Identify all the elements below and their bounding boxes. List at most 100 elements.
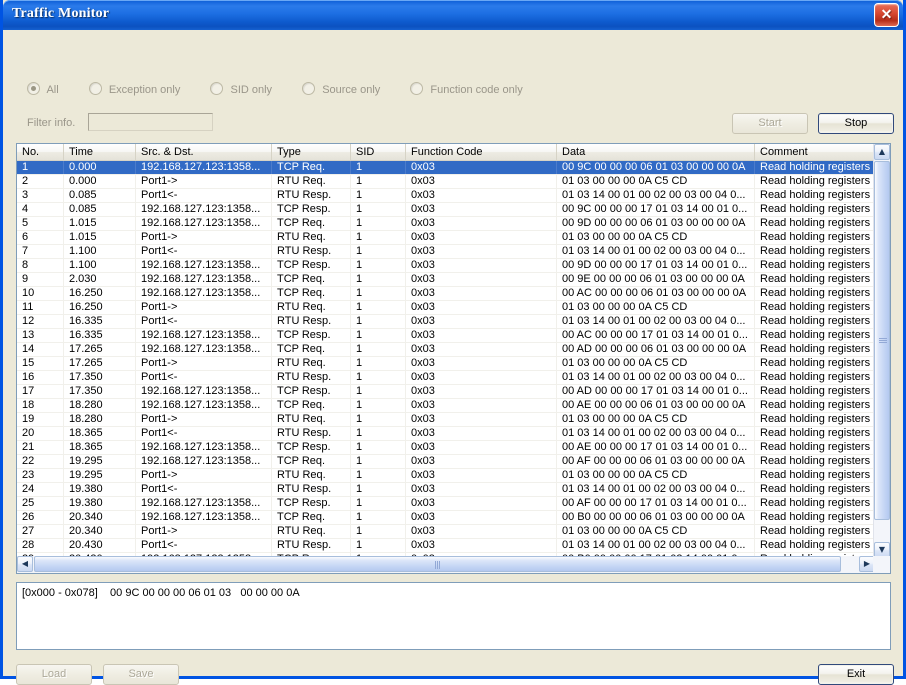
table-cell: 18.280 <box>64 399 136 412</box>
table-cell: 0x03 <box>406 441 557 454</box>
stop-button[interactable]: Stop <box>818 113 894 134</box>
table-cell: Read holding registers <box>760 217 871 229</box>
table-row[interactable]: 24 19.380 Port1<- RTU Resp. 1 0x03 01 03 14 00… <box>17 483 890 497</box>
table-cell: 0x03 <box>406 469 557 482</box>
column-header-no[interactable]: No. <box>17 144 64 160</box>
table-row[interactable]: 21 18.365 192.168.127.123:1358... TCP Resp.… <box>17 441 890 455</box>
table-row[interactable]: 15 17.265 Port1-> RTU Req. 1 0x03 01 03 00 00 … <box>17 357 890 371</box>
table-cell: RTU Req. <box>272 231 351 244</box>
table-cell: 00 AE 00 00 00 17 01 03 14 00 01 0... <box>557 441 755 454</box>
table-row[interactable]: 27 20.340 Port1-> RTU Req. 1 0x03 01 03 00 00 … <box>17 525 890 539</box>
close-button[interactable]: ✕ <box>874 3 899 27</box>
table-cell: 0.000 <box>64 175 136 188</box>
table-cell: 16.335 <box>64 329 136 342</box>
table-cell: 1 <box>351 301 406 314</box>
table-cell: Port1<- <box>136 189 272 202</box>
table-cell: 16.250 <box>64 287 136 300</box>
horizontal-scrollbar[interactable]: ◀ ▶ <box>17 556 875 573</box>
column-header-function-code[interactable]: Function Code <box>406 144 557 160</box>
start-button[interactable]: Start <box>732 113 808 134</box>
table-cell: 0x03 <box>406 315 557 328</box>
chevron-up-icon: ▲ <box>878 147 886 156</box>
table-row[interactable]: 14 17.265 192.168.127.123:1358... TCP Req. 1… <box>17 343 890 357</box>
table-cell: TCP Req. <box>272 455 351 468</box>
table-row[interactable]: 4 0.085 192.168.127.123:1358... TCP Resp. 1 0… <box>17 203 890 217</box>
table-cell: 17.265 <box>64 343 136 356</box>
radio-sid-only-label: SID only <box>230 84 273 96</box>
radio-all[interactable]: All <box>27 82 59 96</box>
table-cell: 01 03 00 00 00 0A C5 CD <box>557 301 755 314</box>
table-cell: Read holding registers <box>760 497 871 509</box>
table-cell: 22 <box>17 455 64 468</box>
filter-info-input[interactable] <box>88 113 213 131</box>
vertical-scroll-thumb[interactable] <box>874 161 890 520</box>
table-cell: Read holding registers <box>760 259 871 271</box>
column-header-time[interactable]: Time <box>64 144 136 160</box>
table-cell: 192.168.127.123:1358... <box>136 161 272 174</box>
table-cell: 192.168.127.123:1358... <box>136 217 272 230</box>
table-row[interactable]: 5 1.015 192.168.127.123:1358... TCP Req. 1 0x… <box>17 217 890 231</box>
filter-info-label: Filter info. <box>27 117 76 129</box>
table-row[interactable]: 2 0.000 Port1-> RTU Req. 1 0x03 01 03 00 00 00… <box>17 175 890 189</box>
column-header-src-dst[interactable]: Src. & Dst. <box>136 144 272 160</box>
table-row[interactable]: 1 0.000 192.168.127.123:1358... TCP Req. 1 0x… <box>17 161 890 175</box>
table-row[interactable]: 28 20.430 Port1<- RTU Resp. 1 0x03 01 03 14 00… <box>17 539 890 553</box>
table-row[interactable]: 8 1.100 192.168.127.123:1358... TCP Resp. 1 0… <box>17 259 890 273</box>
table-row[interactable]: 13 16.335 192.168.127.123:1358... TCP Resp.… <box>17 329 890 343</box>
scroll-grip-icon <box>879 336 887 345</box>
table-row[interactable]: 12 16.335 Port1<- RTU Resp. 1 0x03 01 03 14 00… <box>17 315 890 329</box>
table-row[interactable]: 6 1.015 Port1-> RTU Req. 1 0x03 01 03 00 00 00… <box>17 231 890 245</box>
column-header-comment[interactable]: Comment <box>755 144 890 160</box>
table-cell: 1 <box>351 497 406 510</box>
table-row[interactable]: 23 19.295 Port1-> RTU Req. 1 0x03 01 03 00 00 … <box>17 469 890 483</box>
column-header-data[interactable]: Data <box>557 144 755 160</box>
table-row[interactable]: 25 19.380 192.168.127.123:1358... TCP Resp.… <box>17 497 890 511</box>
table-row[interactable]: 20 18.365 Port1<- RTU Resp. 1 0x03 01 03 14 00… <box>17 427 890 441</box>
table-cell: 0x03 <box>406 231 557 244</box>
column-header-type[interactable]: Type <box>272 144 351 160</box>
save-button[interactable]: Save <box>103 664 179 685</box>
table-cell: 0x03 <box>406 259 557 272</box>
scroll-up-button[interactable]: ▲ <box>874 144 890 160</box>
traffic-list: No. Time Src. & Dst. Type SID Function Code Da… <box>16 143 891 574</box>
table-cell: 10 <box>17 287 64 300</box>
table-cell: Read holding registers <box>760 189 871 201</box>
table-row[interactable]: 19 18.280 Port1-> RTU Req. 1 0x03 01 03 00 00 … <box>17 413 890 427</box>
vertical-scrollbar[interactable]: ▲ ▼ <box>873 144 890 558</box>
table-cell: 0.000 <box>64 161 136 174</box>
table-row[interactable]: 9 2.030 192.168.127.123:1358... TCP Req. 1 0x… <box>17 273 890 287</box>
table-cell: Read holding registers <box>760 539 871 551</box>
table-row[interactable]: 26 20.340 192.168.127.123:1358... TCP Req. 1… <box>17 511 890 525</box>
packet-detail-pane[interactable]: [0x000 - 0x078] 00 9C 00 00 00 06 01 03 … <box>16 582 891 650</box>
table-cell: 01 03 14 00 01 00 02 00 03 00 04 0... <box>557 189 755 202</box>
table-cell: 0x03 <box>406 329 557 342</box>
table-row[interactable]: 7 1.100 Port1<- RTU Resp. 1 0x03 01 03 14 00 0… <box>17 245 890 259</box>
exit-button[interactable]: Exit <box>818 664 894 685</box>
table-cell: Port1-> <box>136 525 272 538</box>
title-bar: Traffic Monitor ✕ <box>3 0 903 30</box>
load-button[interactable]: Load <box>16 664 92 685</box>
table-cell: 0x03 <box>406 217 557 230</box>
table-row[interactable]: 10 16.250 192.168.127.123:1358... TCP Req. 1… <box>17 287 890 301</box>
table-cell: 0x03 <box>406 287 557 300</box>
table-row[interactable]: 18 18.280 192.168.127.123:1358... TCP Req. 1… <box>17 399 890 413</box>
scroll-left-button[interactable]: ◀ <box>17 556 33 572</box>
horizontal-scroll-thumb[interactable] <box>34 556 841 572</box>
radio-exception-only[interactable]: Exception only <box>88 82 180 96</box>
radio-source-only[interactable]: Source only <box>302 82 380 96</box>
table-row[interactable]: 11 16.250 Port1-> RTU Req. 1 0x03 01 03 00 00 … <box>17 301 890 315</box>
table-cell: Read holding registers <box>760 357 871 369</box>
table-cell: 192.168.127.123:1358... <box>136 203 272 216</box>
table-cell: 0x03 <box>406 371 557 384</box>
table-cell: 0x03 <box>406 357 557 370</box>
radio-function-code-only[interactable]: Function code only <box>410 82 523 96</box>
table-row[interactable]: 3 0.085 Port1<- RTU Resp. 1 0x03 01 03 14 00 0… <box>17 189 890 203</box>
table-cell: 17.265 <box>64 357 136 370</box>
table-cell: 1.100 <box>64 259 136 272</box>
table-row[interactable]: 16 17.350 Port1<- RTU Resp. 1 0x03 01 03 14 00… <box>17 371 890 385</box>
table-row[interactable]: 22 19.295 192.168.127.123:1358... TCP Req. 1… <box>17 455 890 469</box>
column-header-sid[interactable]: SID <box>351 144 406 160</box>
table-cell: 0x03 <box>406 455 557 468</box>
table-row[interactable]: 17 17.350 192.168.127.123:1358... TCP Resp.… <box>17 385 890 399</box>
radio-sid-only[interactable]: SID only <box>210 82 272 96</box>
